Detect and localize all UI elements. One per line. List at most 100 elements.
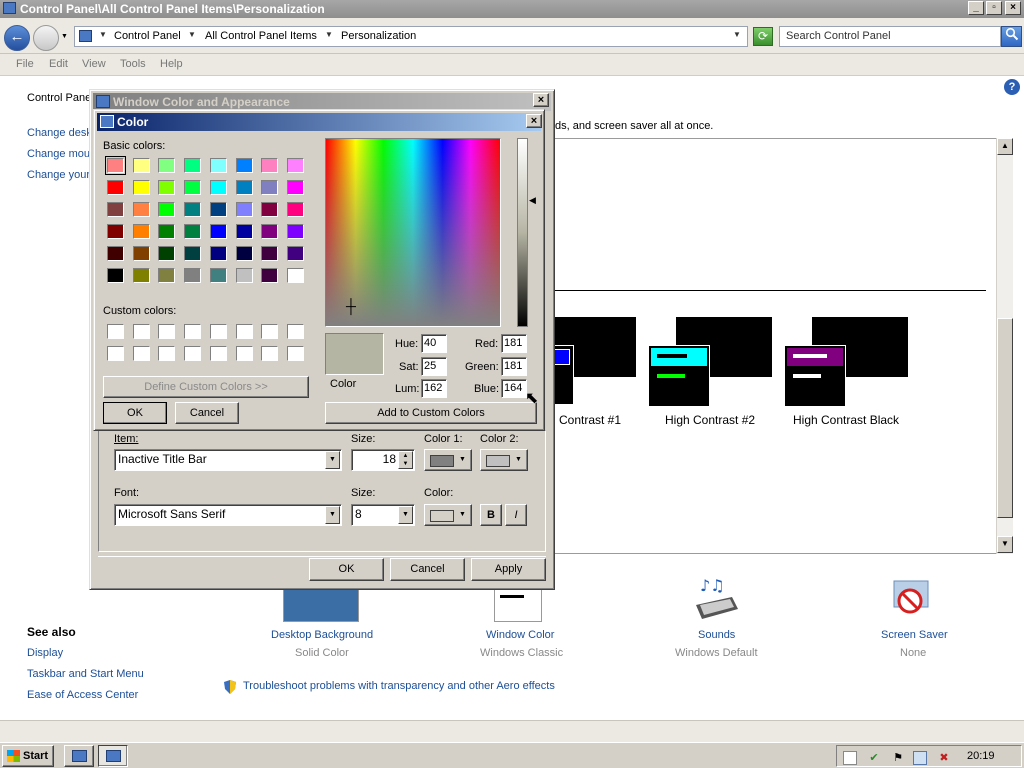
basic-color-swatch[interactable]	[158, 158, 176, 173]
scroll-thumb[interactable]	[997, 318, 1013, 518]
basic-color-swatch[interactable]	[132, 268, 150, 283]
chevron-down-icon[interactable]: ▼	[325, 506, 340, 524]
security-shield-icon[interactable]: ✔	[867, 751, 881, 765]
custom-color-swatch[interactable]	[184, 324, 202, 339]
see-also-display-link[interactable]: Display	[27, 647, 63, 659]
sounds-icon[interactable]: ♪♫	[692, 575, 740, 623]
recent-pages-dropdown-icon[interactable]: ▼	[61, 33, 68, 40]
basic-color-swatch[interactable]	[132, 158, 150, 173]
custom-color-swatch[interactable]	[235, 324, 253, 339]
basic-color-swatch[interactable]	[209, 224, 227, 239]
basic-color-swatch[interactable]	[184, 268, 202, 283]
spinner-arrows-icon[interactable]: ▲ ▼	[398, 451, 413, 469]
font-color-button[interactable]: ▼	[424, 504, 472, 526]
clock[interactable]: 20:19	[967, 750, 995, 762]
custom-color-swatch[interactable]	[235, 346, 253, 361]
menu-edit[interactable]: Edit	[49, 58, 68, 70]
wca-apply-button[interactable]: Apply	[471, 558, 546, 581]
basic-color-swatch[interactable]	[261, 246, 279, 261]
chevron-down-icon[interactable]: ▼	[325, 451, 340, 469]
blue-input[interactable]: 164	[501, 379, 527, 398]
basic-color-swatch[interactable]	[105, 156, 126, 175]
menu-tools[interactable]: Tools	[120, 58, 146, 70]
address-history-dropdown-icon[interactable]: ▼	[733, 30, 741, 39]
basic-color-swatch[interactable]	[235, 202, 253, 217]
basic-color-swatch[interactable]	[158, 224, 176, 239]
quick-launch-explorer-button[interactable]	[64, 745, 94, 767]
basic-color-swatch[interactable]	[158, 246, 176, 261]
lum-input[interactable]: 162	[421, 379, 447, 398]
chevron-down-icon[interactable]: ▼	[398, 506, 413, 524]
search-button[interactable]	[1001, 26, 1022, 47]
custom-color-swatch[interactable]	[184, 346, 202, 361]
item-select[interactable]: Inactive Title Bar ▼	[114, 449, 342, 471]
start-button[interactable]: Start	[2, 745, 54, 767]
basic-color-swatch[interactable]	[107, 180, 124, 195]
forward-button[interactable]	[33, 25, 59, 51]
basic-color-swatch[interactable]	[261, 268, 279, 283]
basic-color-swatch[interactable]	[132, 202, 150, 217]
basic-color-swatch[interactable]	[261, 158, 279, 173]
basic-color-swatch[interactable]	[107, 268, 124, 283]
minimize-button[interactable]: _	[968, 1, 984, 15]
basic-color-swatch[interactable]	[261, 180, 279, 195]
gallery-scrollbar[interactable]: ▲ ▼	[996, 138, 1013, 554]
desktop-background-thumbnail[interactable]	[283, 588, 359, 622]
basic-color-swatch[interactable]	[286, 224, 304, 239]
basic-color-swatch[interactable]	[184, 246, 202, 261]
flag-icon[interactable]: ⚑	[891, 751, 905, 765]
basic-color-swatch[interactable]	[209, 246, 227, 261]
luminance-slider[interactable]	[517, 138, 528, 327]
scroll-down-icon[interactable]: ▼	[997, 536, 1013, 553]
color-spectrum[interactable]: ┼	[325, 138, 501, 327]
basic-color-swatch[interactable]	[184, 202, 202, 217]
color1-button[interactable]: ▼	[424, 449, 472, 471]
window-color-icon[interactable]	[494, 588, 542, 622]
custom-color-swatch[interactable]	[209, 324, 227, 339]
left-pane-home-link[interactable]: Control Panel	[27, 92, 94, 104]
custom-color-swatch[interactable]	[261, 324, 279, 339]
basic-color-swatch[interactable]	[132, 246, 150, 261]
breadcrumb-separator-icon[interactable]: ▼	[325, 30, 333, 39]
define-custom-colors-button[interactable]: Define Custom Colors >>	[103, 376, 309, 398]
menu-view[interactable]: View	[82, 58, 106, 70]
sat-input[interactable]: 25	[421, 357, 447, 376]
network-icon[interactable]	[913, 751, 927, 765]
hue-input[interactable]: 40	[421, 334, 447, 353]
basic-color-swatch[interactable]	[184, 158, 202, 173]
screen-saver-link[interactable]: Screen Saver	[881, 629, 948, 641]
custom-color-swatch[interactable]	[286, 346, 304, 361]
red-input[interactable]: 181	[501, 334, 527, 353]
basic-color-swatch[interactable]	[132, 180, 150, 195]
basic-color-swatch[interactable]	[158, 202, 176, 217]
close-button[interactable]: ×	[1005, 1, 1021, 15]
theme-label-high-contrast-2[interactable]: High Contrast #2	[665, 413, 755, 427]
breadcrumb-personalization[interactable]: Personalization	[341, 30, 416, 42]
basic-color-swatch[interactable]	[158, 268, 176, 283]
custom-color-swatch[interactable]	[158, 324, 176, 339]
basic-color-swatch[interactable]	[235, 158, 253, 173]
help-icon[interactable]: ?	[1004, 79, 1020, 95]
basic-color-swatch[interactable]	[107, 224, 124, 239]
bold-button[interactable]: B	[480, 504, 502, 526]
basic-color-swatch[interactable]	[286, 246, 304, 261]
basic-color-swatch[interactable]	[235, 246, 253, 261]
breadcrumb-control-panel[interactable]: Control Panel	[114, 30, 181, 42]
menu-file[interactable]: File	[16, 58, 34, 70]
taskbar-control-panel-button[interactable]	[98, 745, 128, 767]
basic-color-swatch[interactable]	[235, 224, 253, 239]
basic-color-swatch[interactable]	[209, 268, 227, 283]
custom-color-swatch[interactable]	[158, 346, 176, 361]
breadcrumb-separator-icon[interactable]: ▼	[99, 30, 107, 39]
back-button[interactable]: ←	[4, 25, 30, 51]
menu-help[interactable]: Help	[160, 58, 183, 70]
custom-color-swatch[interactable]	[209, 346, 227, 361]
wca-close-button[interactable]: ×	[533, 93, 549, 107]
color-close-button[interactable]: ×	[526, 114, 542, 128]
luminance-pointer-icon[interactable]: ◀	[529, 195, 536, 206]
item-size-spinner[interactable]: 18 ▲ ▼	[351, 449, 415, 471]
theme-label-contrast-1[interactable]: Contrast #1	[559, 413, 621, 427]
screen-saver-icon[interactable]	[888, 575, 936, 623]
address-field[interactable]: ▼ Control Panel ▼ All Control Panel Item…	[74, 26, 748, 47]
custom-color-swatch[interactable]	[286, 324, 304, 339]
